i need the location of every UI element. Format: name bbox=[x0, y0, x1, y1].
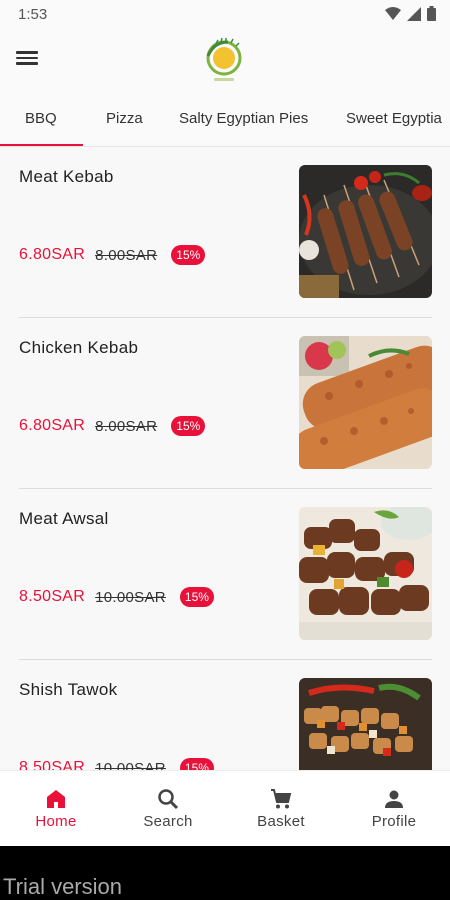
list-item[interactable]: Meat Kebab 6.80SAR 8.00SAR 15% bbox=[0, 147, 450, 318]
shish-tawok-photo[interactable] bbox=[299, 678, 432, 770]
price-original: 10.00SAR bbox=[95, 759, 166, 771]
price-row: 6.80SAR 8.00SAR 15% bbox=[19, 245, 206, 265]
price-current: 8.50SAR bbox=[19, 759, 86, 770]
status-icons bbox=[385, 6, 436, 21]
discount-badge: 15% bbox=[179, 587, 214, 607]
item-name: Meat Kebab bbox=[19, 167, 114, 186]
price-current: 8.50SAR bbox=[19, 588, 86, 605]
hamburger-icon bbox=[16, 51, 38, 54]
price-row: 8.50SAR 10.00SAR 15% bbox=[19, 587, 214, 607]
tab-salty-egyptian-pies[interactable]: Salty Egyptian Pies bbox=[179, 110, 308, 127]
nav-label: Search bbox=[143, 813, 193, 830]
tab-pizza[interactable]: Pizza bbox=[106, 110, 143, 127]
nav-label: Basket bbox=[257, 813, 305, 830]
list-item[interactable]: Meat Awsal 8.50SAR 10.00SAR 15% bbox=[0, 489, 450, 660]
price-original: 10.00SAR bbox=[95, 588, 166, 606]
category-tabs: BBQ Pizza Salty Egyptian Pies Sweet Egyp… bbox=[0, 94, 450, 146]
discount-badge: 15% bbox=[171, 245, 206, 265]
home-icon bbox=[47, 790, 65, 808]
nav-basket[interactable]: Basket bbox=[225, 771, 337, 847]
status-bar: 1:53 bbox=[0, 0, 450, 30]
signal-icon bbox=[407, 6, 421, 21]
nav-profile[interactable]: Profile bbox=[338, 771, 450, 847]
trial-text: Trial version bbox=[3, 874, 122, 899]
nav-search[interactable]: Search bbox=[112, 771, 224, 847]
search-icon bbox=[158, 789, 179, 810]
meat-awsal-photo[interactable] bbox=[299, 507, 432, 640]
item-name: Meat Awsal bbox=[19, 509, 109, 528]
chicken-kebab-photo[interactable] bbox=[299, 336, 432, 469]
nav-label: Home bbox=[35, 813, 77, 830]
price-original: 8.00SAR bbox=[95, 417, 158, 435]
wifi-icon bbox=[385, 6, 401, 20]
item-name: Shish Tawok bbox=[19, 680, 118, 699]
bottom-nav: Home Search Basket Profile bbox=[0, 770, 450, 846]
list-item[interactable]: Chicken Kebab 6.80SAR 8.00SAR 15% bbox=[0, 318, 450, 489]
nav-label: Profile bbox=[371, 813, 417, 830]
discount-badge: 15% bbox=[179, 758, 214, 770]
meat-kebab-photo[interactable] bbox=[299, 165, 432, 298]
price-original: 8.00SAR bbox=[95, 246, 158, 264]
trial-banner: Trial version bbox=[0, 846, 450, 900]
restaurant-logo bbox=[206, 37, 242, 81]
discount-badge: 15% bbox=[171, 416, 206, 436]
cart-icon bbox=[271, 789, 292, 809]
price-row: 6.80SAR 8.00SAR 15% bbox=[19, 416, 206, 436]
list-item[interactable]: Shish Tawok 8.50SAR 10.00SAR 15% bbox=[0, 660, 450, 770]
item-name: Chicken Kebab bbox=[19, 338, 139, 357]
tab-bbq[interactable]: BBQ bbox=[25, 110, 57, 127]
tab-sweet-egyptian[interactable]: Sweet Egyptia bbox=[346, 110, 442, 127]
status-time: 1:53 bbox=[18, 6, 48, 23]
price-current: 6.80SAR bbox=[19, 417, 86, 434]
nav-home[interactable]: Home bbox=[0, 771, 112, 847]
app-header bbox=[0, 30, 450, 94]
price-row: 8.50SAR 10.00SAR 15% bbox=[19, 758, 214, 770]
person-icon bbox=[385, 790, 403, 808]
price-current: 6.80SAR bbox=[19, 246, 86, 263]
battery-icon bbox=[427, 6, 436, 21]
product-list[interactable]: Meat Kebab 6.80SAR 8.00SAR 15% Chicken K… bbox=[0, 147, 450, 770]
menu-button[interactable] bbox=[14, 48, 42, 72]
